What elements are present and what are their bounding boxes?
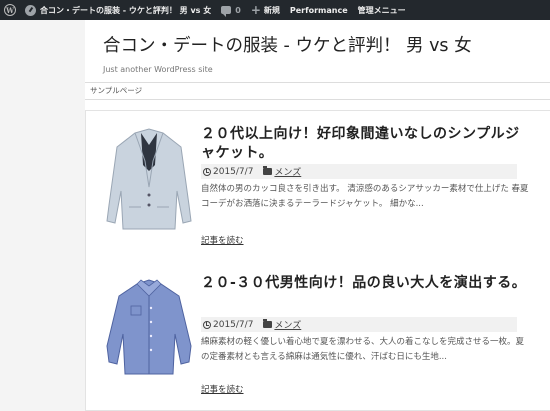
post-excerpt: 綿麻素材の軽く優しい着心地で夏を漂わせる、大人の着こなしを完成させる一枚。夏の定… xyxy=(201,337,525,362)
post-title[interactable]: ２０-３０代男性向け！品の良い大人を演出する。 xyxy=(201,274,531,293)
folder-icon xyxy=(263,166,273,175)
post-category-link[interactable]: メンズ xyxy=(274,318,301,331)
performance-label: Performance xyxy=(289,5,348,15)
comments-count: 0 xyxy=(235,5,241,15)
site-name-label: 合コン・デートの服装 - ウケと評判！ 男 vs 女 xyxy=(40,5,212,15)
post-date: 2015/7/7 xyxy=(213,319,254,330)
site-title[interactable]: 合コン・デートの服装 - ウケと評判！ 男 vs 女 xyxy=(103,32,472,57)
comments-link[interactable]: 0 xyxy=(216,0,246,20)
page: 合コン・デートの服装 - ウケと評判！ 男 vs 女 Just another … xyxy=(85,20,550,411)
post-title[interactable]: ２０代以上向け！好印象間違いなしのシンプルジャケット。 xyxy=(201,125,531,163)
post-meta: 2015/7/7 メンズ xyxy=(201,317,517,332)
post-meta: 2015/7/7 メンズ xyxy=(201,164,517,179)
jacket-icon[interactable] xyxy=(99,125,199,235)
clock-icon xyxy=(203,320,211,329)
admin-bar: W 合コン・デートの服装 - ウケと評判！ 男 vs 女 0 + 新規 Perf… xyxy=(0,0,550,20)
site-tagline: Just another WordPress site xyxy=(103,65,213,74)
new-content-link[interactable]: + 新規 xyxy=(246,0,285,20)
admin-menu-link[interactable]: 管理メニュー xyxy=(353,0,411,20)
new-label: 新規 xyxy=(263,5,280,15)
wordpress-icon: W xyxy=(4,4,16,16)
folder-icon xyxy=(263,319,273,328)
post-category-link[interactable]: メンズ xyxy=(274,165,301,178)
performance-link[interactable]: Performance xyxy=(285,0,353,20)
clock-icon xyxy=(203,167,211,176)
dashboard-icon xyxy=(25,4,36,16)
post-list: ２０代以上向け！好印象間違いなしのシンプルジャケット。 2015/7/7 メンズ… xyxy=(85,110,550,411)
nav-item-sample-page[interactable]: サンプルページ xyxy=(90,86,142,95)
admin-menu-label: 管理メニュー xyxy=(357,5,406,15)
read-more-link[interactable]: 記事を読む xyxy=(201,383,244,395)
post-date: 2015/7/7 xyxy=(213,166,254,177)
nav-menu: サンプルページ xyxy=(85,82,550,100)
post-excerpt: 自然体の男のカッコ良さを引き出す。 清涼感のあるシアサッカー素材で仕上げた 春夏… xyxy=(201,184,529,209)
comment-icon xyxy=(221,6,232,17)
shirt-icon[interactable] xyxy=(99,274,199,384)
wordpress-logo-button[interactable]: W xyxy=(0,0,20,20)
plus-icon: + xyxy=(250,3,261,17)
site-name-link[interactable]: 合コン・デートの服装 - ウケと評判！ 男 vs 女 xyxy=(20,0,216,20)
read-more-link[interactable]: 記事を読む xyxy=(201,234,244,246)
